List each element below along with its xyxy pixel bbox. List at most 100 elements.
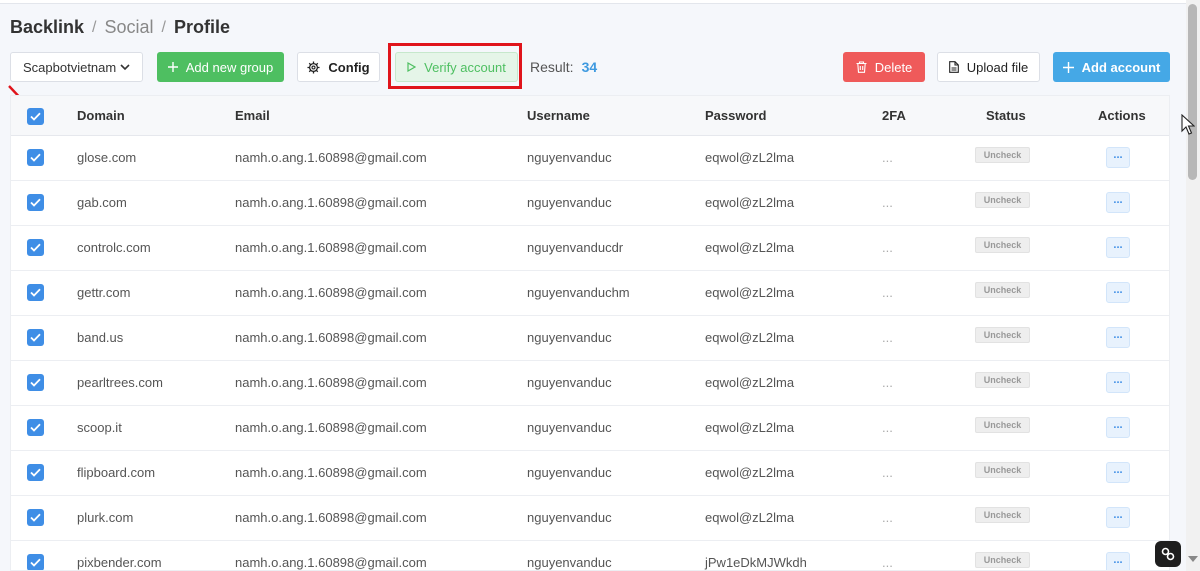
- add-new-group-button[interactable]: Add new group: [157, 52, 284, 82]
- group-select[interactable]: Scapbotvietnam: [10, 52, 143, 82]
- check-icon: [30, 513, 41, 522]
- result-value: 34: [581, 59, 598, 75]
- row-actions-button[interactable]: ...: [1106, 147, 1130, 168]
- cell-domain: band.us: [77, 330, 124, 345]
- column-header-password[interactable]: Password: [705, 96, 766, 136]
- status-badge: Uncheck: [975, 192, 1030, 208]
- cell-2fa: ...: [882, 240, 893, 255]
- row-actions-button[interactable]: ...: [1106, 192, 1130, 213]
- row-actions-button[interactable]: ...: [1106, 327, 1130, 348]
- row-actions-button[interactable]: ...: [1106, 372, 1130, 393]
- cell-password: eqwol@zL2lma: [705, 510, 795, 525]
- table-row: gettr.com namh.o.ang.1.60898@gmail.com ngu…: [11, 271, 1169, 316]
- column-header-2fa[interactable]: 2FA: [882, 96, 906, 136]
- cell-2fa: ...: [882, 510, 893, 525]
- cell-email: namh.o.ang.1.60898@gmail.com: [235, 195, 427, 210]
- status-badge: Uncheck: [975, 372, 1030, 388]
- column-header-username[interactable]: Username: [527, 96, 590, 136]
- scrollbar-thumb[interactable]: [1188, 4, 1197, 180]
- table-row: band.us namh.o.ang.1.60898@gmail.com nguye…: [11, 316, 1169, 361]
- column-header-status[interactable]: Status: [986, 96, 1026, 136]
- row-actions-button[interactable]: ...: [1106, 552, 1130, 570]
- status-badge: Uncheck: [975, 237, 1030, 253]
- cell-username: nguyenvanduc: [527, 330, 612, 345]
- config-label: Config: [328, 59, 370, 75]
- scroll-down-icon[interactable]: [1188, 556, 1198, 562]
- link-icon[interactable]: [1155, 541, 1181, 567]
- table-row: pixbender.com namh.o.ang.1.60898@gmail.co…: [11, 541, 1169, 570]
- cell-username: nguyenvanduc: [527, 195, 612, 210]
- row-actions-button[interactable]: ...: [1106, 462, 1130, 483]
- add-account-label: Add account: [1081, 59, 1161, 75]
- cell-email: namh.o.ang.1.60898@gmail.com: [235, 555, 427, 570]
- check-icon: [30, 288, 41, 297]
- cell-email: namh.o.ang.1.60898@gmail.com: [235, 150, 427, 165]
- check-icon: [30, 112, 41, 121]
- check-icon: [30, 378, 41, 387]
- cell-email: namh.o.ang.1.60898@gmail.com: [235, 285, 427, 300]
- cell-username: nguyenvanduc: [527, 150, 612, 165]
- cell-domain: pearltrees.com: [77, 375, 163, 390]
- config-button[interactable]: Config: [297, 52, 380, 82]
- cell-domain: gettr.com: [77, 285, 131, 300]
- gear-icon: [307, 60, 320, 74]
- row-checkbox[interactable]: [27, 284, 44, 301]
- row-checkbox[interactable]: [27, 464, 44, 481]
- upload-file-button[interactable]: Upload file: [937, 52, 1040, 82]
- row-checkbox[interactable]: [27, 509, 44, 526]
- cursor-icon: [1181, 114, 1195, 135]
- breadcrumb-social[interactable]: Social: [105, 17, 154, 38]
- row-checkbox[interactable]: [27, 194, 44, 211]
- table-row: flipboard.com namh.o.ang.1.60898@gmail.co…: [11, 451, 1169, 496]
- toolbar: Scapbotvietnam Add new group Config Veri…: [10, 43, 1170, 89]
- column-header-domain[interactable]: Domain: [77, 96, 125, 136]
- cell-2fa: ...: [882, 285, 893, 300]
- cell-username: nguyenvanduc: [527, 420, 612, 435]
- check-icon: [30, 198, 41, 207]
- row-actions-button[interactable]: ...: [1106, 507, 1130, 528]
- page-scrollbar[interactable]: [1186, 0, 1200, 571]
- table-row: scoop.it namh.o.ang.1.60898@gmail.com nguy…: [11, 406, 1169, 451]
- cell-domain: scoop.it: [77, 420, 122, 435]
- check-icon: [30, 468, 41, 477]
- cell-2fa: ...: [882, 195, 893, 210]
- table-row: plurk.com namh.o.ang.1.60898@gmail.com ngu…: [11, 496, 1169, 541]
- select-all-checkbox[interactable]: [27, 108, 44, 125]
- cell-password: eqwol@zL2lma: [705, 150, 795, 165]
- check-icon: [30, 558, 41, 567]
- row-actions-button[interactable]: ...: [1106, 237, 1130, 258]
- cell-2fa: ...: [882, 330, 893, 345]
- row-actions-button[interactable]: ...: [1106, 417, 1130, 438]
- table-row: gab.com namh.o.ang.1.60898@gmail.com nguye…: [11, 181, 1169, 226]
- column-header-email[interactable]: Email: [235, 96, 270, 136]
- row-checkbox[interactable]: [27, 149, 44, 166]
- row-actions-button[interactable]: ...: [1106, 282, 1130, 303]
- cell-2fa: ...: [882, 375, 893, 390]
- table-row: pearltrees.com namh.o.ang.1.60898@gmail.c…: [11, 361, 1169, 406]
- cell-username: nguyenvanduc: [527, 465, 612, 480]
- row-checkbox[interactable]: [27, 239, 44, 256]
- row-checkbox[interactable]: [27, 329, 44, 346]
- table-row: glose.com namh.o.ang.1.60898@gmail.com ngu…: [11, 136, 1169, 181]
- page: Backlink / Social / Profile Scapbotvietn…: [0, 0, 1186, 571]
- status-badge: Uncheck: [975, 282, 1030, 298]
- highlight-box: [388, 43, 522, 89]
- row-checkbox[interactable]: [27, 374, 44, 391]
- check-icon: [30, 423, 41, 432]
- cell-password: eqwol@zL2lma: [705, 195, 795, 210]
- group-select-value: Scapbotvietnam: [23, 59, 117, 75]
- delete-button[interactable]: Delete: [843, 52, 925, 82]
- breadcrumb-root[interactable]: Backlink: [10, 17, 84, 38]
- row-checkbox[interactable]: [27, 554, 44, 570]
- breadcrumb-current: Profile: [173, 17, 230, 37]
- table-row: controlc.com namh.o.ang.1.60898@gmail.com…: [11, 226, 1169, 271]
- cell-username: nguyenvanducdr: [527, 240, 624, 255]
- cell-password: eqwol@zL2lma: [705, 285, 795, 300]
- delete-label: Delete: [874, 59, 913, 75]
- cell-2fa: ...: [882, 150, 893, 165]
- cell-email: namh.o.ang.1.60898@gmail.com: [235, 375, 427, 390]
- row-checkbox[interactable]: [27, 419, 44, 436]
- plus-icon: [167, 62, 178, 72]
- status-badge: Uncheck: [975, 417, 1030, 433]
- add-account-button[interactable]: Add account: [1053, 52, 1170, 82]
